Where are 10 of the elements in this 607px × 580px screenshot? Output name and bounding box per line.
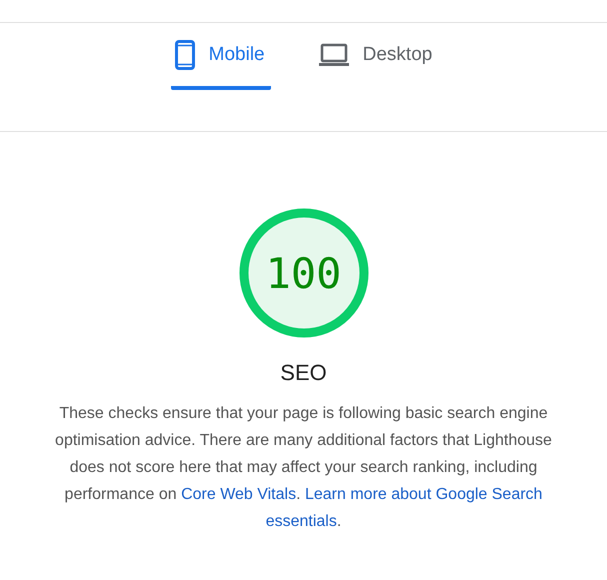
link[interactable]: essentials	[266, 513, 337, 530]
phone-icon	[174, 40, 195, 70]
link[interactable]: Learn more about Google Search	[304, 486, 542, 503]
laptop-icon	[318, 42, 349, 66]
tab[interactable]: Mobile	[170, 23, 271, 90]
description-text: These checks ensure that your page is following basic search engine optimisation advice. There are many additional factors that Lighthouse does not score here that may affect your search ranking, including performance on Core Web Vitals. Learn more about Google Search essentials.	[54, 404, 553, 532]
category-title: SEO	[280, 360, 327, 386]
tab[interactable]: Desktop	[314, 23, 438, 90]
link[interactable]: Core Web Vitals	[181, 486, 296, 503]
score-value: 100	[266, 248, 342, 298]
